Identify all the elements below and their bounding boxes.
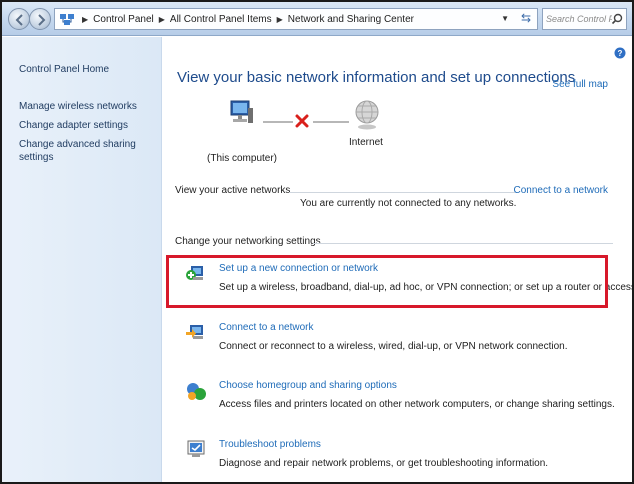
see-full-map-link[interactable]: See full map	[552, 79, 608, 90]
breadcrumb[interactable]: ▶ Control Panel ▶ All Control Panel Item…	[54, 8, 538, 30]
search-box[interactable]	[542, 8, 627, 30]
refresh-icon[interactable]: ⇆	[521, 11, 531, 25]
divider	[313, 243, 613, 244]
networking-settings-heading: Change your networking settings	[175, 236, 321, 247]
search-icon[interactable]	[611, 13, 623, 25]
internet-globe-icon[interactable]	[353, 99, 381, 131]
connect-to-network-description: Connect or reconnect to a wireless, wire…	[219, 341, 568, 352]
connect-to-network-link[interactable]: Connect to a network	[514, 185, 609, 196]
troubleshoot-problems-description: Diagnose and repair network problems, or…	[219, 458, 549, 469]
homegroup-sharing-description: Access files and printers located on oth…	[219, 399, 615, 410]
connection-line	[263, 121, 293, 123]
computer-icon	[230, 100, 253, 123]
this-computer-label: (This computer)	[207, 153, 278, 164]
active-networks-heading: View your active networks	[175, 185, 291, 196]
breadcrumb-item[interactable]: Control Panel	[93, 14, 154, 25]
sidebar-item-advanced-sharing[interactable]: Change advanced sharing settings	[19, 138, 149, 164]
connection-line	[313, 121, 349, 123]
breadcrumb-separator[interactable]: ▶	[277, 15, 283, 24]
breadcrumb-dropdown-icon[interactable]: ▼	[501, 14, 509, 23]
svg-text:?: ?	[618, 49, 623, 58]
back-button[interactable]	[8, 8, 30, 30]
forward-arrow-icon	[38, 14, 46, 26]
internet-label: Internet	[349, 137, 383, 148]
breadcrumb-item[interactable]: Network and Sharing Center	[288, 14, 414, 25]
back-arrow-icon	[15, 14, 23, 26]
task-pane: Control Panel Home Manage wireless netwo…	[2, 37, 162, 482]
disconnected-x-icon[interactable]	[295, 114, 309, 128]
help-icon[interactable]: ?	[614, 47, 626, 59]
sidebar-item-adapter-settings[interactable]: Change adapter settings	[19, 119, 128, 132]
homegroup-icon	[187, 383, 206, 400]
connect-network-icon	[186, 325, 203, 339]
network-folder-icon	[60, 14, 74, 25]
troubleshoot-icon	[187, 440, 205, 457]
connect-to-network-task-link[interactable]: Connect to a network	[219, 322, 314, 333]
divider	[289, 192, 515, 193]
troubleshoot-problems-link[interactable]: Troubleshoot problems	[219, 439, 321, 450]
highlight-box	[166, 255, 608, 308]
forward-button[interactable]	[29, 8, 51, 30]
sidebar-item-manage-wireless[interactable]: Manage wireless networks	[19, 100, 137, 113]
breadcrumb-separator[interactable]: ▶	[159, 15, 165, 24]
breadcrumb-separator[interactable]: ▶	[82, 15, 88, 24]
homegroup-sharing-link[interactable]: Choose homegroup and sharing options	[219, 380, 397, 391]
breadcrumb-item[interactable]: All Control Panel Items	[170, 14, 272, 25]
window-frame: ▶ Control Panel ▶ All Control Panel Item…	[0, 0, 634, 484]
page-title: View your basic network information and …	[177, 69, 576, 86]
connection-status-text: You are currently not connected to any n…	[300, 198, 517, 209]
control-panel-home-link[interactable]: Control Panel Home	[19, 63, 109, 76]
address-bar: ▶ Control Panel ▶ All Control Panel Item…	[2, 2, 632, 36]
search-input[interactable]	[546, 14, 612, 24]
